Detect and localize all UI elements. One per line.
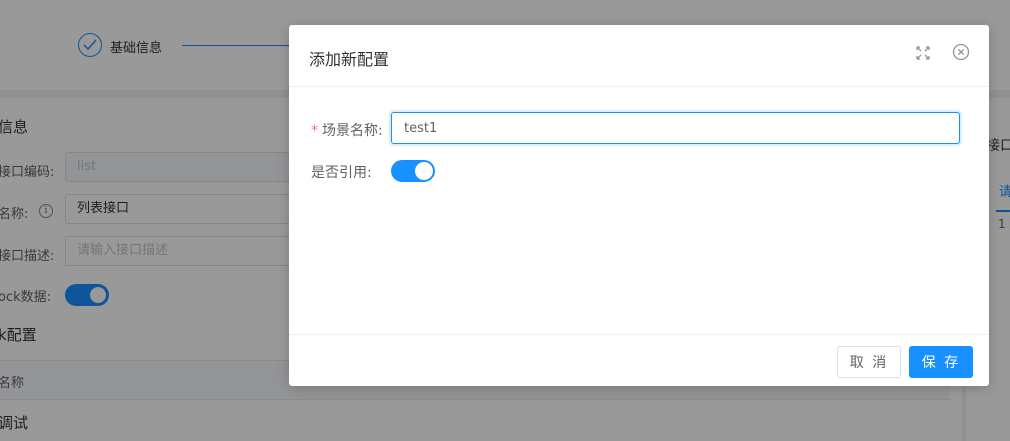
scene-name-label: * 场景名称:	[311, 123, 383, 139]
required-mark: *	[311, 123, 318, 139]
dialog-header: 添加新配置	[289, 25, 989, 87]
close-icon[interactable]	[952, 43, 970, 61]
save-button[interactable]: 保 存	[909, 346, 973, 378]
add-config-dialog: 添加新配置 *场景名称: 是否引用: 取 消 保 存	[289, 25, 989, 386]
switch-knob	[415, 162, 433, 180]
dialog-title: 添加新配置	[309, 50, 390, 69]
is-reference-switch[interactable]	[391, 160, 435, 182]
dialog-footer: 取 消 保 存	[289, 334, 989, 386]
scene-name-input[interactable]	[391, 112, 960, 144]
fullscreen-icon[interactable]	[915, 45, 931, 61]
is-reference-label: 是否引用:	[311, 165, 372, 181]
cancel-button[interactable]: 取 消	[837, 346, 901, 378]
